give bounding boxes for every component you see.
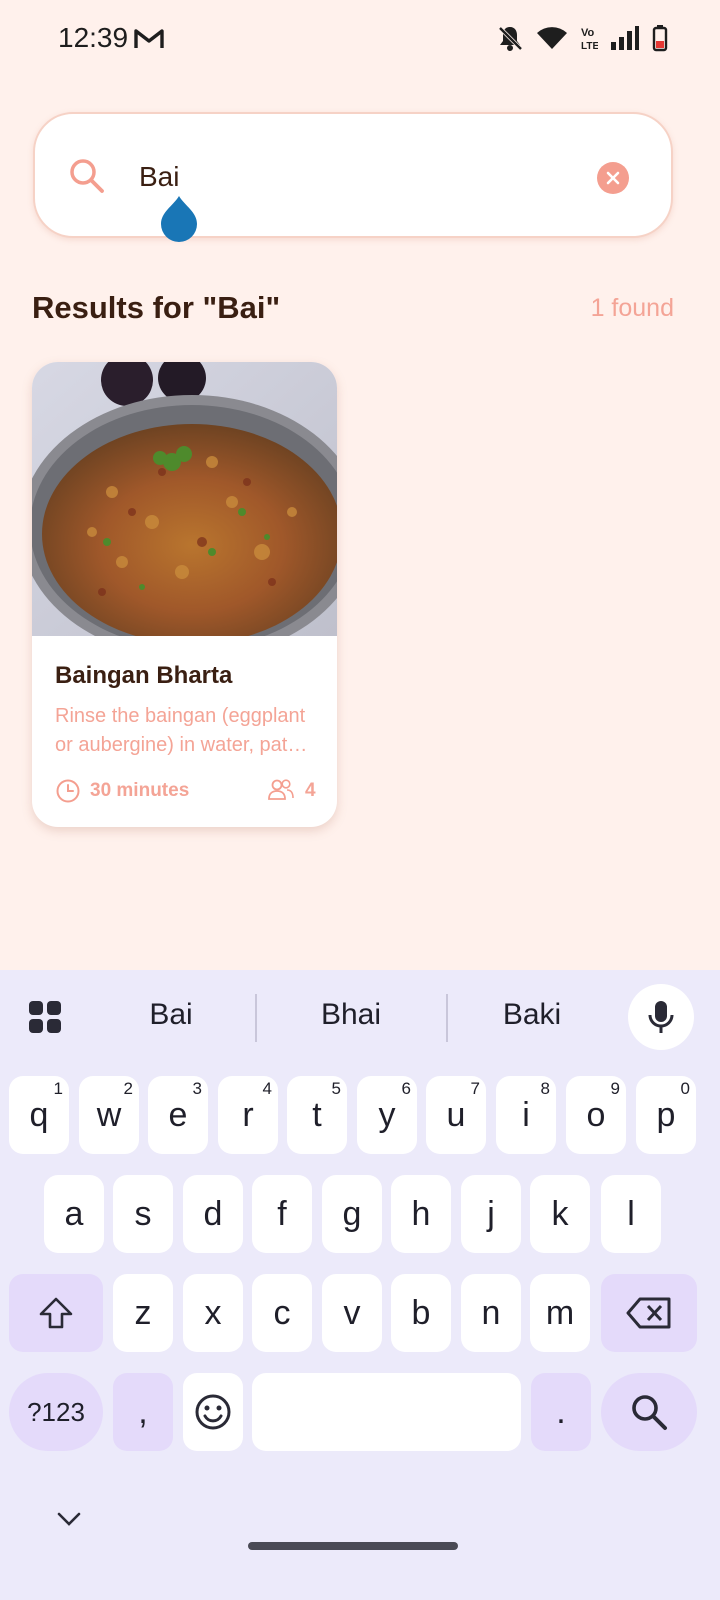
recipe-meta: 30 minutes 4 bbox=[55, 776, 317, 806]
key-y[interactable]: y6 bbox=[357, 1076, 417, 1154]
search-action-key[interactable] bbox=[601, 1373, 697, 1451]
shift-key[interactable] bbox=[9, 1274, 103, 1352]
emoji-icon bbox=[195, 1394, 231, 1430]
key-r[interactable]: r4 bbox=[218, 1076, 278, 1154]
chevron-down-icon[interactable] bbox=[56, 1510, 82, 1528]
key-b[interactable]: b bbox=[391, 1274, 451, 1352]
key-k[interactable]: k bbox=[530, 1175, 590, 1253]
key-i[interactable]: i8 bbox=[496, 1076, 556, 1154]
results-title: Results for "Bai" bbox=[32, 290, 281, 325]
results-count: 1 found bbox=[590, 294, 674, 322]
clear-search-button[interactable] bbox=[597, 162, 629, 194]
servings-icon bbox=[268, 779, 294, 800]
period-key[interactable]: . bbox=[531, 1373, 591, 1451]
key-m[interactable]: m bbox=[530, 1274, 590, 1352]
svg-text:Vo: Vo bbox=[581, 27, 595, 39]
suggestion-strip: Bai Bhai Baki bbox=[0, 970, 720, 1066]
key-v[interactable]: v bbox=[322, 1274, 382, 1352]
wifi-icon bbox=[537, 27, 567, 49]
text-cursor-handle[interactable] bbox=[159, 194, 199, 242]
servings-count: 4 bbox=[305, 780, 316, 801]
battery-icon bbox=[652, 25, 668, 52]
recipe-image bbox=[32, 362, 337, 636]
space-key[interactable] bbox=[252, 1373, 521, 1451]
notifications-off-icon bbox=[498, 26, 523, 51]
keyboard: Bai Bhai Baki q1 w2 e3 r4 t5 y6 u7 i8 o9… bbox=[0, 970, 720, 1600]
comma-key[interactable]: , bbox=[113, 1373, 173, 1451]
status-icons: Vo LTE bbox=[496, 24, 668, 52]
recipe-card[interactable]: Baingan Bharta Rinse the baingan (eggpla… bbox=[32, 362, 337, 827]
svg-text:LTE: LTE bbox=[581, 41, 598, 52]
backspace-key[interactable] bbox=[601, 1274, 697, 1352]
key-w[interactable]: w2 bbox=[79, 1076, 139, 1154]
key-x[interactable]: x bbox=[183, 1274, 243, 1352]
key-f[interactable]: f bbox=[252, 1175, 312, 1253]
emoji-key[interactable] bbox=[183, 1373, 243, 1451]
clock-icon bbox=[56, 779, 80, 803]
status-bar: 12:39 Vo LTE bbox=[0, 0, 720, 80]
backspace-icon bbox=[626, 1297, 671, 1329]
key-g[interactable]: g bbox=[322, 1175, 382, 1253]
key-q[interactable]: q1 bbox=[9, 1076, 69, 1154]
microphone-icon bbox=[648, 1001, 674, 1033]
search-icon bbox=[632, 1395, 667, 1430]
key-t[interactable]: t5 bbox=[287, 1076, 347, 1154]
search-input[interactable] bbox=[137, 156, 561, 198]
search-icon bbox=[70, 159, 104, 193]
home-indicator[interactable] bbox=[248, 1542, 458, 1550]
key-l[interactable]: l bbox=[601, 1175, 661, 1253]
symbols-key[interactable]: ?123 bbox=[9, 1373, 103, 1451]
suggestion-2[interactable]: Bhai bbox=[266, 998, 436, 1032]
key-j[interactable]: j bbox=[461, 1175, 521, 1253]
gmail-icon bbox=[134, 29, 164, 48]
suggestion-3[interactable]: Baki bbox=[447, 998, 617, 1032]
shift-icon bbox=[39, 1297, 73, 1329]
recipe-title: Baingan Bharta bbox=[55, 662, 233, 689]
status-time: 12:39 bbox=[58, 22, 129, 53]
key-h[interactable]: h bbox=[391, 1175, 451, 1253]
key-d[interactable]: d bbox=[183, 1175, 243, 1253]
signal-icon bbox=[611, 26, 639, 50]
recipe-description: Rinse the baingan (eggplant or aubergine… bbox=[55, 705, 306, 756]
volte-icon: Vo LTE bbox=[581, 27, 598, 52]
key-n[interactable]: n bbox=[461, 1274, 521, 1352]
key-a[interactable]: a bbox=[44, 1175, 104, 1253]
key-p[interactable]: p0 bbox=[636, 1076, 696, 1154]
key-u[interactable]: u7 bbox=[426, 1076, 486, 1154]
key-e[interactable]: e3 bbox=[148, 1076, 208, 1154]
cook-time: 30 minutes bbox=[90, 780, 190, 801]
apps-grid-icon[interactable] bbox=[28, 1000, 62, 1034]
key-c[interactable]: c bbox=[252, 1274, 312, 1352]
key-s[interactable]: s bbox=[113, 1175, 173, 1253]
key-z[interactable]: z bbox=[113, 1274, 173, 1352]
suggestion-divider bbox=[255, 994, 257, 1042]
voice-input-button[interactable] bbox=[628, 984, 694, 1050]
suggestion-1[interactable]: Bai bbox=[86, 998, 256, 1032]
close-icon bbox=[606, 171, 620, 185]
search-bar[interactable] bbox=[33, 112, 673, 242]
key-o[interactable]: o9 bbox=[566, 1076, 626, 1154]
